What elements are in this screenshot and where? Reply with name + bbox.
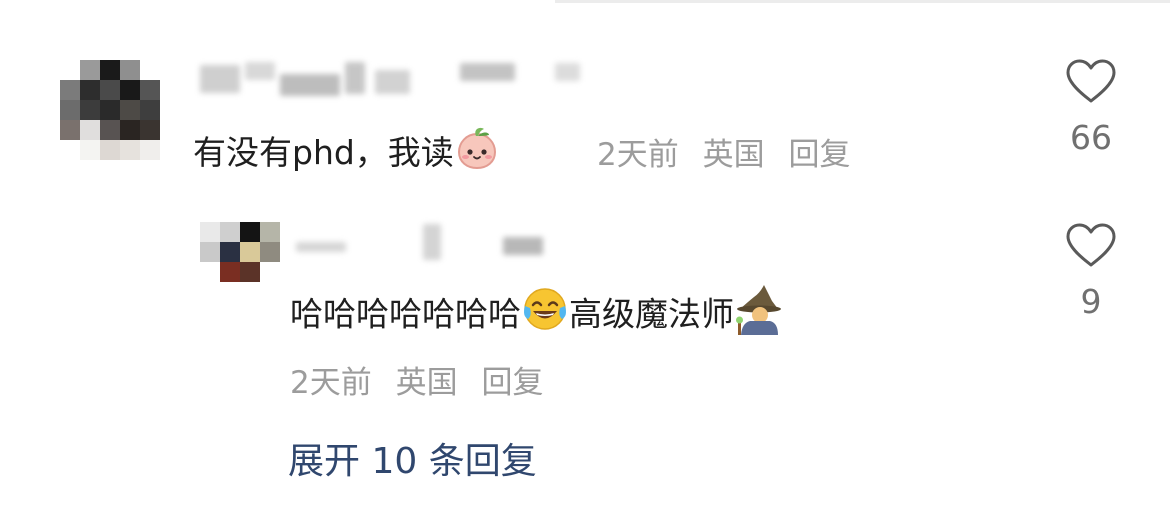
avatar[interactable] [60, 60, 160, 160]
reply-like-count: 9 [1080, 282, 1102, 321]
reply-avatar[interactable] [200, 222, 280, 282]
top-divider [555, 0, 1170, 3]
comment-location: 英国 [702, 137, 765, 173]
reply-text: 哈哈哈哈哈哈哈 高级魔法师 [290, 283, 784, 346]
like-count: 66 [1070, 118, 1112, 157]
reply-meta: 2天前 英国 回复 [290, 357, 557, 402]
reply-text-prefix: 哈哈哈哈哈哈哈 [290, 294, 521, 334]
mage-emoji [734, 283, 784, 343]
reply-like-button[interactable]: 9 [1051, 222, 1131, 321]
reply-location: 英国 [395, 365, 458, 401]
reply-time: 2天前 [290, 365, 372, 401]
reply-reply-button[interactable]: 回复 [481, 357, 543, 402]
comment-text: 有没有phd，我读 [193, 126, 500, 182]
tears-of-joy-emoji [521, 286, 569, 340]
expand-replies-link[interactable]: 展开 10 条回复 [288, 432, 537, 484]
comment-time: 2天前 [597, 137, 679, 173]
username-blurred[interactable] [195, 60, 595, 98]
reply-text-suffix: 高级魔法师 [569, 294, 734, 334]
reply-username-blurred[interactable] [288, 222, 548, 260]
heart-outline-icon[interactable] [1065, 222, 1117, 268]
reply-button[interactable]: 回复 [788, 129, 850, 174]
peach-face-emoji [454, 125, 500, 179]
heart-outline-icon[interactable] [1065, 58, 1117, 104]
comment-text-content: 有没有phd，我读 [193, 133, 454, 172]
like-button[interactable]: 66 [1051, 58, 1131, 157]
comment-meta: 2天前 英国 回复 [597, 129, 864, 174]
